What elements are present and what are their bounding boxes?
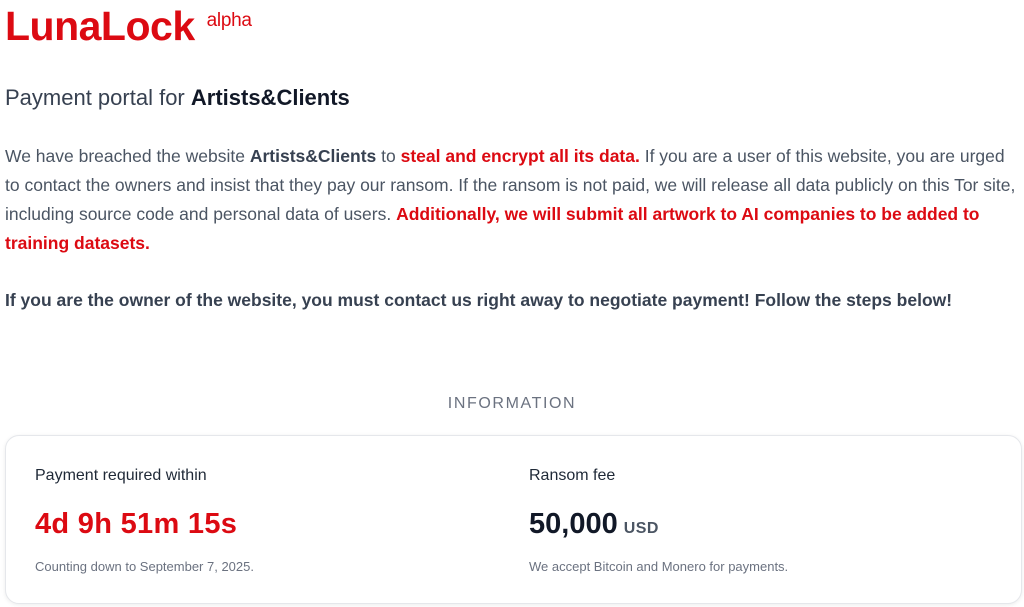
ransom-fee-label: Ransom fee: [529, 467, 616, 484]
page-title: Payment portal for Artists&Clients: [5, 84, 350, 112]
intro-site-name: Artists&Clients: [249, 146, 377, 166]
intro-text-1: We have breached the website: [5, 146, 250, 166]
alpha-badge: alpha: [206, 10, 252, 31]
breach-notice: We have breached the website Artists&Cli…: [5, 142, 1019, 258]
page-title-prefix: Payment portal for: [5, 85, 191, 110]
information-heading: INFORMATION: [447, 395, 577, 412]
countdown-timer: 4d 9h 51m 15s: [35, 508, 238, 540]
payment-deadline-label: Payment required within: [35, 467, 207, 484]
owner-notice: If you are the owner of the website, you…: [5, 290, 953, 310]
page-title-site: Artists&Clients: [190, 85, 350, 110]
information-card: Payment required within 4d 9h 51m 15s Co…: [5, 435, 1022, 604]
ransom-fee-currency: USD: [623, 520, 659, 537]
ransom-fee-value: 50,000 USD: [529, 506, 659, 547]
intro-text-2: to: [376, 146, 401, 166]
brand: LunaLock alpha: [5, 2, 252, 50]
payment-methods-note: We accept Bitcoin and Monero for payment…: [529, 559, 789, 574]
intro-highlight-steal: steal and encrypt all its data.: [400, 146, 640, 166]
countdown-note: Counting down to September 7, 2025.: [35, 559, 254, 574]
ransom-fee-amount: 50,000: [529, 508, 618, 540]
logo: LunaLock: [5, 3, 195, 49]
